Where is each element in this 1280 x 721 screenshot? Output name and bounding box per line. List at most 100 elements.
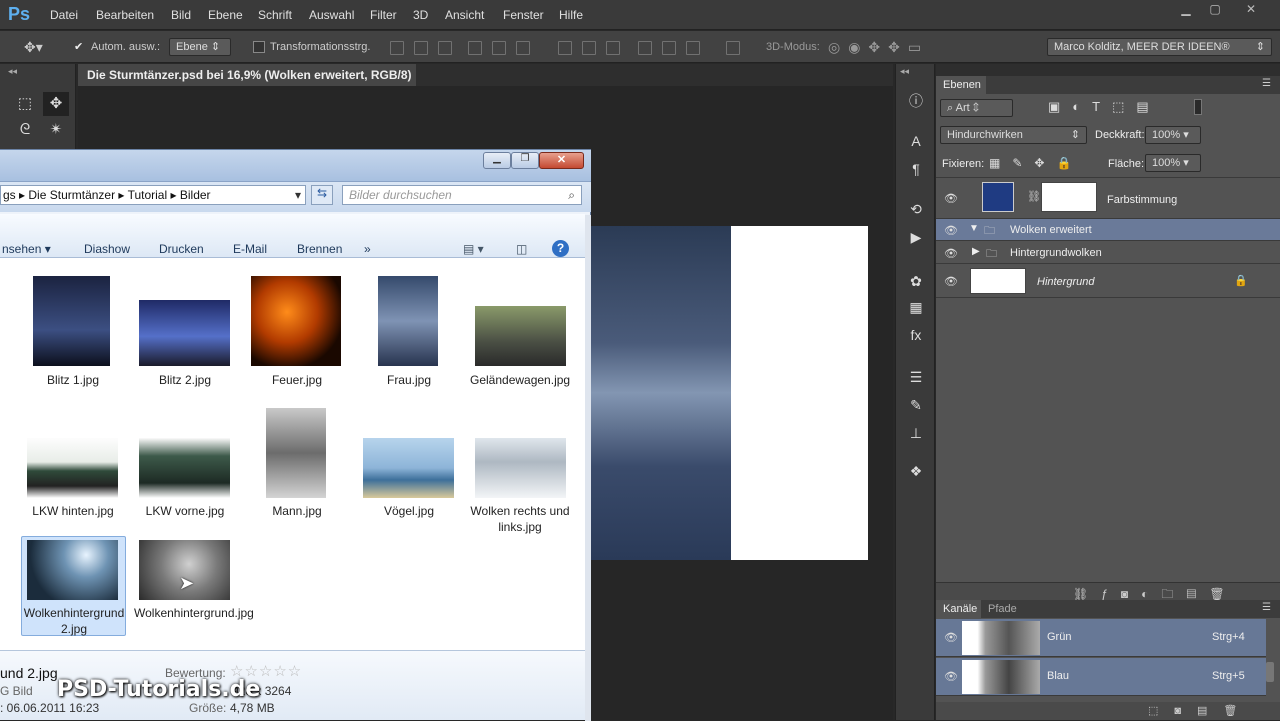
cmd-brennen[interactable]: Brennen bbox=[297, 242, 342, 256]
view-options-icon[interactable]: ▤ ▾ bbox=[463, 242, 484, 256]
styles-icon[interactable]: fx bbox=[896, 322, 936, 348]
file-gelaendewagen[interactable]: Geländewagen.jpg bbox=[470, 372, 570, 388]
color-icon[interactable]: ✿ bbox=[896, 268, 936, 294]
align-top-icon[interactable] bbox=[390, 41, 404, 55]
file-wolkenhintergrund[interactable]: Wolkenhintergrund.jpg bbox=[134, 605, 254, 621]
search-icon[interactable]: ⌕ bbox=[568, 186, 575, 204]
align-left-icon[interactable] bbox=[468, 41, 482, 55]
layer-row-hintergrundwolken[interactable]: 👁 ▶ 🗀 Hintergrundwolken bbox=[936, 242, 1280, 264]
close-icon[interactable]: ✕ bbox=[539, 152, 584, 169]
file-frau[interactable]: Frau.jpg bbox=[354, 372, 464, 388]
menu-auswahl[interactable]: Auswahl bbox=[309, 8, 354, 22]
link-icon[interactable]: ⛓ bbox=[1027, 190, 1041, 203]
lasso-tool-icon[interactable]: ᘓ bbox=[12, 118, 38, 142]
distribute-bottom-icon[interactable] bbox=[606, 41, 620, 55]
history-icon[interactable]: ⟲ bbox=[896, 196, 936, 222]
transform-checkbox[interactable] bbox=[253, 41, 265, 53]
paragraph-icon[interactable]: ¶ bbox=[896, 156, 936, 182]
distribute-left-icon[interactable] bbox=[638, 41, 652, 55]
channel-actions-icons[interactable]: ⬚◙▤🗑 bbox=[1148, 704, 1253, 717]
collapse-icon[interactable]: ◂◂ bbox=[8, 66, 17, 77]
close-icon[interactable]: ✕ bbox=[1240, 2, 1262, 16]
menu-ansicht[interactable]: Ansicht bbox=[445, 8, 484, 22]
tab-pfade[interactable]: Pfade bbox=[988, 603, 1017, 615]
menu-schrift[interactable]: Schrift bbox=[258, 8, 292, 22]
swatches-icon[interactable]: ▦ bbox=[896, 294, 936, 320]
file-blitz1[interactable]: Blitz 1.jpg bbox=[18, 372, 128, 388]
document-tab[interactable]: Die Sturmtänzer.psd bei 16,9% (Wolken er… bbox=[78, 64, 416, 104]
file-mann[interactable]: Mann.jpg bbox=[242, 503, 352, 519]
align-bottom-icon[interactable] bbox=[438, 41, 452, 55]
character-icon[interactable]: A bbox=[896, 128, 936, 154]
blend-mode-dropdown[interactable]: Hindurchwirken ⇕ bbox=[940, 126, 1087, 144]
layer-row-wolken-erweitert[interactable]: 👁 ▼ 🗀 Wolken erweitert bbox=[936, 219, 1280, 241]
thumb-gelaendewagen[interactable] bbox=[475, 306, 566, 366]
thumb-blitz2[interactable] bbox=[139, 300, 230, 366]
filter-toggle[interactable] bbox=[1194, 99, 1202, 115]
cmd-ansehen[interactable]: nsehen ▾ bbox=[2, 242, 51, 256]
expand-icon[interactable]: ◂◂ bbox=[900, 66, 909, 77]
visibility-eye-icon[interactable]: 👁 bbox=[944, 192, 958, 205]
auto-select-dropdown[interactable]: Ebene ⇕ bbox=[169, 38, 231, 56]
thumb-frau[interactable] bbox=[378, 276, 438, 366]
move-tool-icon[interactable]: ✥ bbox=[43, 92, 69, 116]
channel-row-gruen[interactable]: 👁 Grün Strg+4 bbox=[936, 619, 1266, 657]
visibility-eye-icon[interactable]: 👁 bbox=[944, 275, 958, 288]
file-blitz2[interactable]: Blitz 2.jpg bbox=[130, 372, 240, 388]
magic-wand-icon[interactable]: ✴ bbox=[43, 118, 69, 142]
crumb-2[interactable]: Tutorial bbox=[128, 188, 168, 202]
preview-pane-icon[interactable]: ◫ bbox=[516, 242, 527, 256]
group-collapse-icon[interactable]: ▶ bbox=[972, 246, 980, 257]
thumb-mann[interactable] bbox=[266, 408, 326, 498]
restore-icon[interactable]: ❐ bbox=[511, 152, 539, 169]
file-feuer[interactable]: Feuer.jpg bbox=[242, 372, 352, 388]
visibility-eye-icon[interactable]: 👁 bbox=[944, 247, 958, 260]
workspace-dropdown[interactable]: Marco Kolditz, MEER DER IDEEN® ⇕ bbox=[1047, 38, 1272, 56]
layer-row-farbstimmung[interactable]: 👁 ⛓ Farbstimmung bbox=[936, 178, 1280, 219]
fill-field[interactable]: 100% ▾ bbox=[1145, 154, 1201, 172]
actions-icon[interactable]: ▶ bbox=[896, 224, 936, 250]
clone-source-icon[interactable]: ⊥ bbox=[896, 420, 936, 446]
menu-ebene[interactable]: Ebene bbox=[208, 8, 243, 22]
layer-filter-dropdown[interactable]: ⌕ Art ⇕ bbox=[940, 99, 1013, 117]
info-icon[interactable]: ⓘ bbox=[896, 88, 936, 114]
thumb-wolken-rechts-links[interactable] bbox=[475, 438, 566, 498]
menu-bearbeiten[interactable]: Bearbeiten bbox=[96, 8, 154, 22]
file-lkw-vorne[interactable]: LKW vorne.jpg bbox=[130, 503, 240, 519]
menu-bild[interactable]: Bild bbox=[171, 8, 191, 22]
thumb-lkw-vorne[interactable] bbox=[139, 438, 230, 498]
3d-icon[interactable]: ❖ bbox=[896, 458, 936, 484]
file-voegel[interactable]: Vögel.jpg bbox=[354, 503, 464, 519]
tab-kanaele[interactable]: Kanäle bbox=[936, 600, 981, 618]
brush-icon[interactable]: ✎ bbox=[896, 392, 936, 418]
opacity-field[interactable]: 100% ▾ bbox=[1145, 126, 1201, 144]
thumb-voegel[interactable] bbox=[363, 438, 454, 498]
crumb-3[interactable]: Bilder bbox=[180, 188, 211, 202]
minimize-icon[interactable]: ▁ bbox=[1175, 2, 1197, 16]
filter-type-icons[interactable]: ▣◐T⬚▤ bbox=[1048, 99, 1161, 115]
tab-ebenen[interactable]: Ebenen bbox=[936, 76, 986, 94]
distribute-vcenter-icon[interactable] bbox=[582, 41, 596, 55]
menu-hilfe[interactable]: Hilfe bbox=[559, 8, 583, 22]
panel-menu-icon[interactable]: ☰ bbox=[1262, 602, 1271, 613]
channel-row-blau[interactable]: 👁 Blau Strg+5 bbox=[936, 658, 1266, 696]
help-icon[interactable]: ? bbox=[552, 240, 569, 257]
visibility-eye-icon[interactable]: 👁 bbox=[944, 670, 958, 683]
file-wolken-rechts-links[interactable]: Wolken rechts und links.jpg bbox=[470, 503, 570, 535]
move-tool-icon[interactable]: ✥▾ bbox=[24, 39, 43, 56]
layer-row-hintergrund[interactable]: 👁 Hintergrund 🔒 bbox=[936, 265, 1280, 298]
address-dropdown-icon[interactable]: ▾ bbox=[295, 186, 301, 204]
auto-align-icon[interactable] bbox=[726, 41, 740, 55]
align-vcenter-icon[interactable] bbox=[414, 41, 428, 55]
scrollbar[interactable] bbox=[1266, 662, 1274, 682]
address-bar[interactable]: gs ▸ Die Sturmtänzer ▸ Tutorial ▸ Bilder… bbox=[0, 185, 306, 205]
cmd-diashow[interactable]: Diashow bbox=[84, 242, 130, 256]
refresh-icon[interactable]: ⇆ bbox=[311, 185, 333, 205]
lock-icons[interactable]: ▦✎✥🔒 bbox=[989, 156, 1083, 170]
distribute-hcenter-icon[interactable] bbox=[662, 41, 676, 55]
menu-datei[interactable]: Datei bbox=[50, 8, 78, 22]
panel-collapse-strip[interactable] bbox=[936, 64, 1280, 76]
cmd-drucken[interactable]: Drucken bbox=[159, 242, 204, 256]
thumb-feuer[interactable] bbox=[251, 276, 341, 366]
thumb-lkw-hinten[interactable] bbox=[27, 438, 118, 498]
